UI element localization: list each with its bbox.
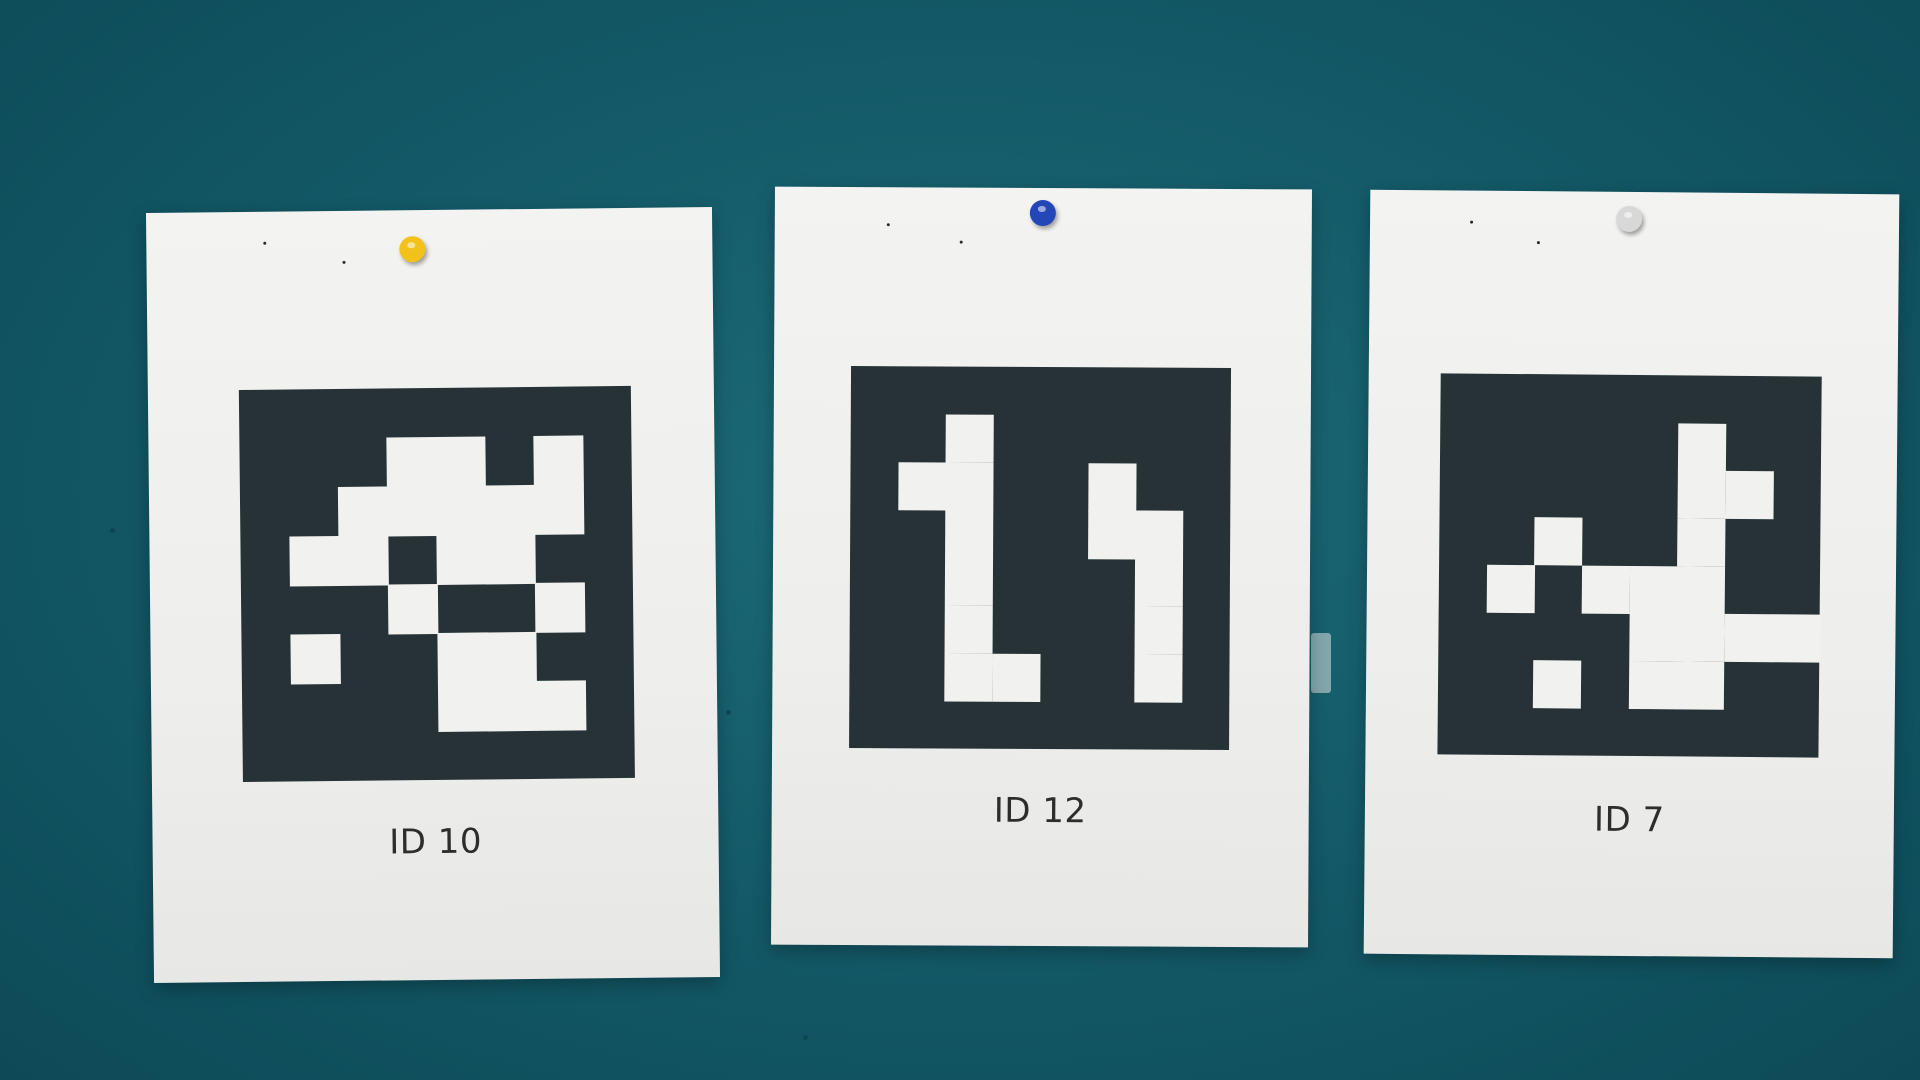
paper-hole [959,240,963,244]
marker-cell [435,436,486,487]
aruco-marker [849,366,1232,750]
paper-hole [886,223,890,227]
wall-background: ID 10 ID 12 ID 7 [0,0,1920,1080]
marker-cell [1134,653,1183,703]
marker-cell [387,583,438,634]
marker-sheet-2: ID 12 [771,186,1312,948]
marker-cell [435,485,486,536]
marker-cell [1486,564,1535,613]
marker-id-label: ID 10 [388,821,483,863]
marker-cell [1581,565,1631,614]
paper-hole [342,260,346,264]
marker-cell [1135,510,1184,560]
aruco-marker [238,385,635,783]
marker-cell [486,631,537,682]
marker-cell [1628,660,1677,710]
marker-sheet-3: ID 7 [1363,189,1900,959]
marker-cell [1533,659,1582,709]
marker-cell [289,535,340,586]
marker-cell [944,557,994,606]
marker-id-label: ID 12 [993,790,1087,832]
marker-cell [1677,518,1726,567]
wall-speck [726,710,731,715]
marker-cell [484,484,535,535]
white-pushpin-icon [1615,205,1643,233]
marker-cell [944,652,993,702]
marker-cell [1678,423,1727,472]
marker-cell [944,605,993,654]
marker-cell [1771,614,1821,663]
marker-cell [1676,565,1726,615]
marker-cell [1534,517,1583,566]
marker-cell [337,486,388,537]
marker-cell [386,485,437,536]
marker-cell [338,535,389,586]
marker-cell [535,680,586,731]
marker-cell [1677,470,1727,520]
marker-cell [437,632,488,683]
yellow-pushpin-icon [399,236,426,263]
marker-cell [1134,558,1184,607]
aruco-marker [1437,373,1822,758]
wall-speck [803,1035,808,1040]
marker-cell [485,533,536,584]
marker-cell [534,582,585,633]
marker-cell [1629,565,1678,615]
marker-cell [1675,661,1725,710]
marker-cell [1087,510,1136,559]
marker-cell [437,681,488,732]
marker-cell [945,461,994,511]
marker-cell [533,484,584,535]
marker-cell [1676,613,1725,663]
paper-hole [1536,241,1540,245]
marker-cell [1725,471,1774,520]
marker-id-label: ID 7 [1593,799,1665,841]
marker-cell [1134,606,1183,655]
marker-cell [1628,613,1678,662]
marker-sheet-1: ID 10 [145,207,721,983]
marker-cell [290,633,341,684]
tape-strip [1311,633,1331,693]
marker-cell [533,435,584,486]
blue-pushpin-icon [1029,199,1056,227]
paper-hole [1470,220,1474,224]
paper-hole [263,241,267,245]
marker-cell [945,414,994,463]
marker-cell [1087,462,1137,512]
marker-cell [897,461,947,511]
marker-cell [991,653,1041,702]
marker-cell [436,534,487,585]
wall-speck [110,528,115,533]
marker-cell [486,680,537,731]
marker-cell [386,436,437,487]
marker-cell [945,509,994,559]
marker-cell [1723,613,1773,663]
